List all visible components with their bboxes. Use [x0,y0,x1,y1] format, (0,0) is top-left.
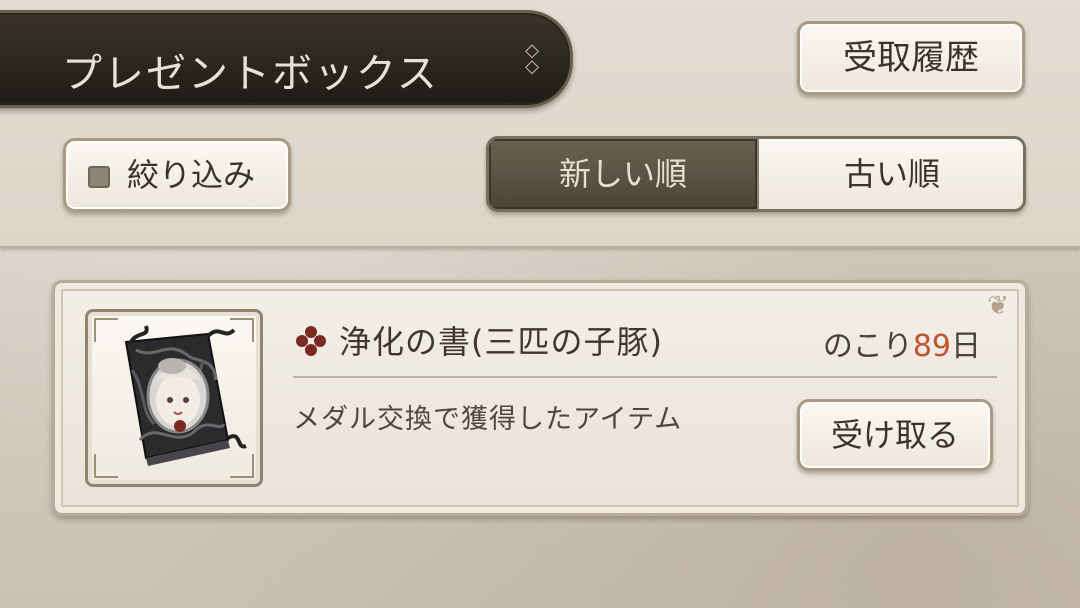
item-description: メダル交換で獲得したアイテム [293,404,683,435]
item-type-icon [296,326,326,356]
page-title: プレゼントボックス [62,51,439,97]
filter-checkbox-icon [88,166,110,188]
item-thumbnail [85,309,263,487]
remaining-days: のこり89日 [823,321,981,365]
sort-toggle: 新しい順 古い順 [486,136,1026,212]
receive-button[interactable]: 受け取る [797,399,993,471]
filter-button-label: 絞り込み [126,156,255,194]
remaining-label: のこり [822,329,913,364]
sort-newest-button[interactable]: 新しい順 [489,139,757,209]
filter-button[interactable]: 絞り込み [63,138,291,212]
title-bar: プレゼントボックス ◇ ◇ [0,10,573,108]
history-button[interactable]: 受取履歴 [797,21,1025,95]
remaining-days-value: 89 [912,329,951,364]
divider [293,376,997,378]
ornament-icon: ◇ ◇ [525,40,539,77]
flourish-icon: ❦ [987,291,1009,321]
item-name: 浄化の書(三匹の子豚) [339,323,663,361]
remaining-unit: 日 [951,329,981,364]
book-icon [124,325,247,466]
present-item-card: ❦ 浄化の書(三匹の子豚) のこり89日 メダル交換で獲得したアイテム 受け取る [52,280,1028,516]
sort-oldest-button[interactable]: 古い順 [757,139,1023,209]
